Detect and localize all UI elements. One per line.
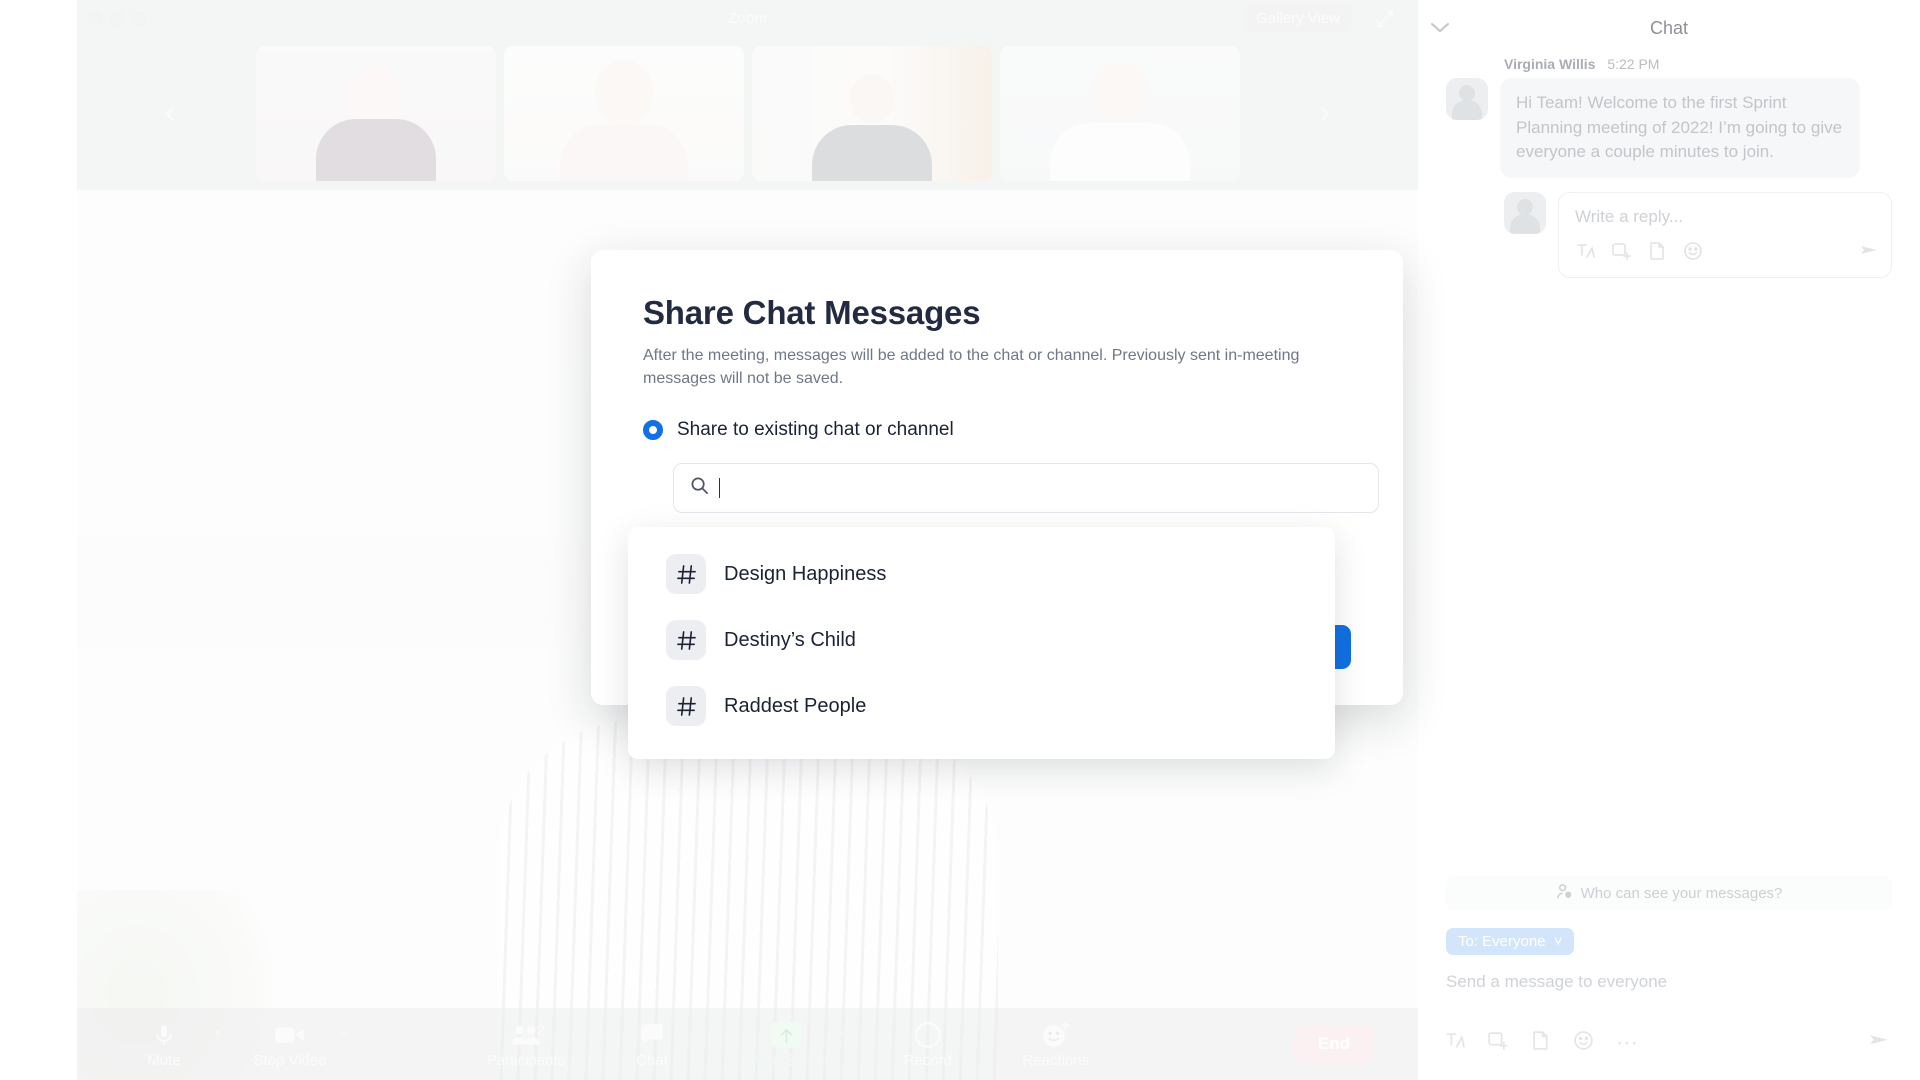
compose-placeholder[interactable]: Send a message to everyone: [1446, 972, 1667, 992]
chevron-down-icon[interactable]: [1430, 20, 1450, 38]
message-meta: Virginia Willis 5:22 PM: [1504, 56, 1892, 72]
chat-message: Hi Team! Welcome to the first Sprint Pla…: [1446, 78, 1892, 178]
who-can-see-messages-note[interactable]: Who can see your messages?: [1446, 876, 1892, 910]
list-item[interactable]: Raddest People: [628, 673, 1335, 739]
radio-button[interactable]: [643, 420, 663, 441]
toolbar-item-label: Mute: [147, 1052, 181, 1069]
chat-panel-header: Chat: [1418, 0, 1920, 56]
share-screen-up-arrow-icon: [771, 1022, 802, 1048]
tile-body: [315, 118, 436, 181]
participant-tile[interactable]: [751, 45, 992, 181]
participant-tile[interactable]: [999, 45, 1240, 181]
more-options-icon[interactable]: ⋯: [1616, 1032, 1638, 1054]
participants-count-badge: 2: [537, 1022, 545, 1038]
tile-head: [1091, 61, 1148, 124]
participant-tile[interactable]: [255, 45, 496, 181]
recipient-selector[interactable]: To: Everyone ˅: [1446, 928, 1575, 955]
message-text: Hi Team! Welcome to the first Sprint Pla…: [1500, 78, 1860, 178]
tile-body: [811, 124, 932, 181]
text-cursor: [719, 478, 720, 499]
file-icon[interactable]: [1530, 1030, 1551, 1056]
search-input[interactable]: [673, 463, 1379, 514]
radio-label: Share to existing chat or channel: [677, 419, 954, 441]
hash-channel-icon: [666, 620, 706, 660]
chat-bubble-icon: [639, 1020, 665, 1050]
video-camera-icon: [275, 1020, 305, 1050]
modal-description: After the meeting, messages will be adde…: [643, 347, 1300, 388]
toolbar-mute-button[interactable]: Mute ^: [121, 1020, 221, 1069]
end-meeting-button[interactable]: End: [1293, 1025, 1374, 1063]
list-item[interactable]: Design Happiness: [628, 541, 1335, 607]
reply-composer: Write a reply...: [1504, 191, 1892, 278]
recipient-label: To: Everyone: [1458, 933, 1546, 950]
compose-toolbar: ⋯: [1444, 1030, 1638, 1056]
toolbar-item-label: Stop Video: [253, 1052, 327, 1069]
reply-placeholder: Write a reply...: [1575, 206, 1684, 226]
window-titlebar: Zoom Gallery View: [77, 0, 1418, 36]
list-item-label: Destiny’s Child: [724, 628, 856, 651]
toolbar-item-label: Chat: [636, 1052, 668, 1069]
screenshot-icon[interactable]: [1487, 1030, 1508, 1056]
list-item[interactable]: Destiny’s Child: [628, 607, 1335, 673]
search-icon: [690, 476, 709, 500]
chevron-up-icon[interactable]: ^: [341, 1028, 347, 1043]
reactions-smiley-plus-icon: [1041, 1020, 1071, 1050]
toolbar-item-label: Participants: [486, 1052, 566, 1069]
emoji-icon[interactable]: [1683, 241, 1703, 266]
tile-head: [352, 65, 399, 120]
hash-channel-icon: [666, 686, 706, 726]
send-paper-plane-icon[interactable]: [1859, 242, 1879, 267]
message-author: Virginia Willis: [1504, 56, 1596, 72]
radio-option-existing-chat[interactable]: Share to existing chat or channel: [643, 419, 1351, 441]
screenshot-icon[interactable]: [1611, 241, 1631, 266]
tile-head: [849, 73, 894, 124]
list-item-label: Design Happiness: [724, 562, 887, 585]
participant-filmstrip: ‹ ›: [77, 36, 1418, 190]
record-circle-icon: [914, 1020, 942, 1050]
file-icon[interactable]: [1647, 241, 1667, 266]
emoji-icon[interactable]: [1573, 1030, 1594, 1056]
toolbar-share-screen-button[interactable]: Share Screen ^: [741, 1020, 847, 1069]
reply-input[interactable]: Write a reply...: [1558, 191, 1892, 278]
chevron-left-icon[interactable]: ‹: [155, 96, 185, 130]
toolbar-participants-button[interactable]: 2 Participants: [483, 1020, 569, 1068]
chevron-down-icon: ˅: [1553, 933, 1563, 950]
tile-body: [1049, 122, 1190, 181]
chat-side-panel: Chat Virginia Willis 5:22 PM Hi Team! We…: [1418, 0, 1920, 1080]
avatar: [1446, 78, 1488, 120]
chevron-up-icon[interactable]: ^: [841, 1028, 847, 1043]
toolbar-item-label: Share Screen: [741, 1052, 833, 1069]
toolbar-reactions-button[interactable]: Reactions: [1013, 1020, 1099, 1068]
chat-panel-title: Chat: [1649, 17, 1689, 38]
page-title: Share Chat Messages: [643, 294, 981, 331]
send-paper-plane-icon[interactable]: [1868, 1031, 1890, 1058]
toolbar-chat-button[interactable]: Chat: [609, 1020, 695, 1068]
person-shield-icon: [1556, 883, 1573, 904]
who-can-see-label: Who can see your messages?: [1580, 884, 1783, 902]
toolbar-stop-video-button[interactable]: Stop Video ^: [247, 1020, 347, 1069]
toolbar-record-button[interactable]: Record: [885, 1020, 971, 1068]
gallery-view-button[interactable]: Gallery View: [1244, 5, 1352, 32]
participant-tile-active-speaker[interactable]: [503, 45, 744, 181]
toolbar-item-label: Record: [903, 1052, 952, 1069]
toolbar-item-label: Reactions: [1022, 1052, 1090, 1069]
hash-channel-icon: [666, 554, 706, 594]
window-title: Zoom: [727, 9, 768, 27]
chevron-up-icon[interactable]: ^: [215, 1028, 221, 1043]
tile-body: [559, 124, 688, 181]
microphone-icon: [152, 1020, 176, 1050]
format-text-icon[interactable]: [1444, 1030, 1465, 1056]
tile-head: [594, 59, 653, 126]
channel-suggestions-dropdown: Design Happiness Destiny’s Child Raddest…: [628, 527, 1335, 759]
chevron-right-icon[interactable]: ›: [1310, 96, 1340, 130]
format-text-icon[interactable]: [1575, 241, 1595, 266]
avatar: [1504, 191, 1546, 234]
chat-message-list: Virginia Willis 5:22 PM Hi Team! Welcome…: [1418, 56, 1920, 278]
meeting-toolbar: Mute ^ Stop Video ^ 2 Participants Chat: [77, 1008, 1418, 1080]
fullscreen-expand-icon[interactable]: [1374, 8, 1396, 30]
list-item-label: Raddest People: [724, 694, 867, 717]
message-timestamp: 5:22 PM: [1607, 56, 1660, 72]
